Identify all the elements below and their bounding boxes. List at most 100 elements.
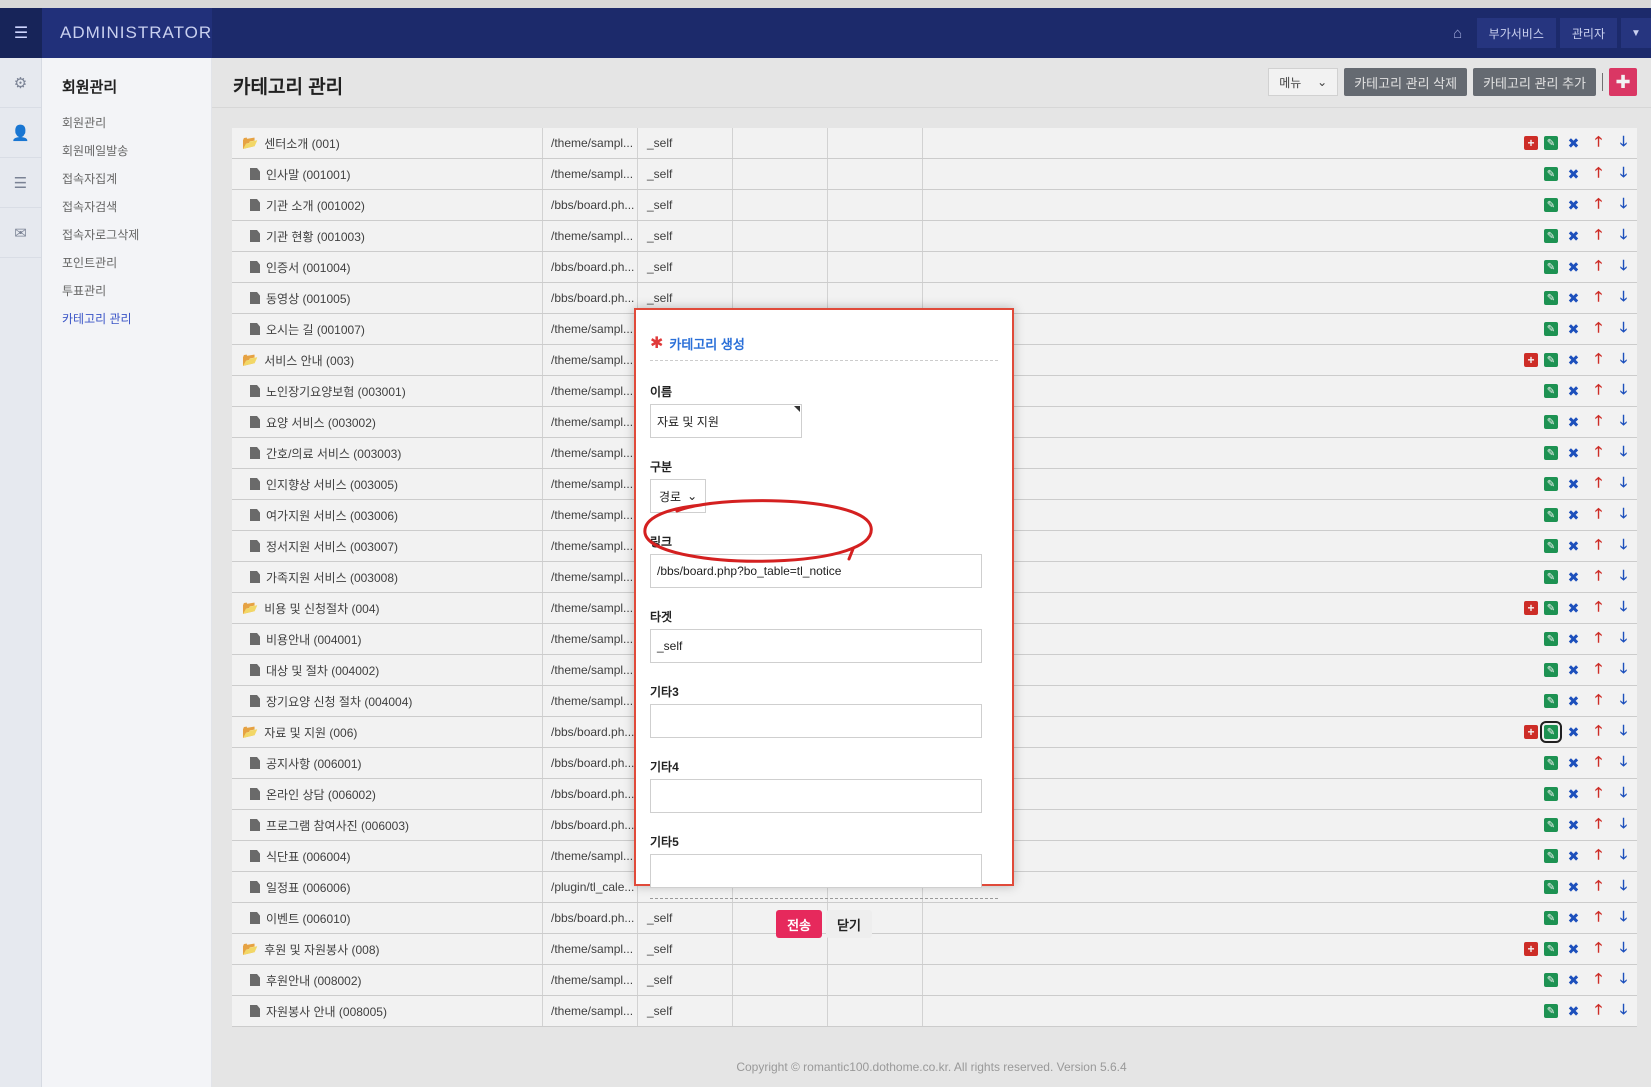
- arrow-down-icon[interactable]: 🡓: [1614, 257, 1633, 277]
- arrow-down-icon[interactable]: 🡓: [1614, 536, 1633, 556]
- arrow-up-icon[interactable]: 🡑: [1589, 505, 1608, 525]
- arrow-up-icon[interactable]: 🡑: [1589, 722, 1608, 742]
- arrow-down-icon[interactable]: 🡓: [1614, 908, 1633, 928]
- add-child-icon[interactable]: +: [1524, 942, 1538, 956]
- arrow-up-icon[interactable]: 🡑: [1589, 350, 1608, 370]
- arrow-down-icon[interactable]: 🡓: [1614, 939, 1633, 959]
- arrow-down-icon[interactable]: 🡓: [1614, 288, 1633, 308]
- arrow-up-icon[interactable]: 🡑: [1589, 288, 1608, 308]
- add-category-button[interactable]: 카테고리 관리 추가: [1473, 68, 1596, 96]
- edit-icon[interactable]: ✎: [1544, 911, 1558, 925]
- arrow-up-icon[interactable]: 🡑: [1589, 536, 1608, 556]
- type-select[interactable]: 경로 ⌄: [650, 479, 706, 513]
- edit-icon[interactable]: ✎: [1544, 570, 1558, 584]
- arrow-up-icon[interactable]: 🡑: [1589, 784, 1608, 804]
- delete-icon[interactable]: ✖: [1564, 630, 1583, 649]
- list-icon[interactable]: ☰: [0, 158, 41, 208]
- arrow-down-icon[interactable]: 🡓: [1614, 1001, 1633, 1021]
- arrow-up-icon[interactable]: 🡑: [1589, 257, 1608, 277]
- add-child-icon[interactable]: +: [1524, 601, 1538, 615]
- home-icon[interactable]: ⌂: [1443, 18, 1473, 48]
- sidebar-item[interactable]: 회원관리: [62, 109, 211, 137]
- sidebar-item[interactable]: 접속자검색: [62, 193, 211, 221]
- edit-icon[interactable]: ✎: [1544, 663, 1558, 677]
- arrow-down-icon[interactable]: 🡓: [1614, 722, 1633, 742]
- edit-icon[interactable]: ✎: [1544, 136, 1558, 150]
- delete-icon[interactable]: ✖: [1564, 351, 1583, 370]
- edit-icon[interactable]: ✎: [1544, 632, 1558, 646]
- edit-icon[interactable]: ✎: [1544, 260, 1558, 274]
- arrow-up-icon[interactable]: 🡑: [1589, 226, 1608, 246]
- arrow-up-icon[interactable]: 🡑: [1589, 567, 1608, 587]
- arrow-up-icon[interactable]: 🡑: [1589, 660, 1608, 680]
- delete-icon[interactable]: ✖: [1564, 475, 1583, 494]
- edit-icon[interactable]: ✎: [1544, 787, 1558, 801]
- arrow-down-icon[interactable]: 🡓: [1614, 226, 1633, 246]
- edit-icon[interactable]: ✎: [1544, 291, 1558, 305]
- delete-icon[interactable]: ✖: [1564, 444, 1583, 463]
- submit-button[interactable]: 전송: [776, 910, 822, 938]
- arrow-up-icon[interactable]: 🡑: [1589, 939, 1608, 959]
- arrow-down-icon[interactable]: 🡓: [1614, 629, 1633, 649]
- delete-icon[interactable]: ✖: [1564, 165, 1583, 184]
- sidebar-item[interactable]: 회원메일발송: [62, 137, 211, 165]
- delete-icon[interactable]: ✖: [1564, 537, 1583, 556]
- edit-icon[interactable]: ✎: [1544, 849, 1558, 863]
- edit-icon[interactable]: ✎: [1544, 539, 1558, 553]
- arrow-up-icon[interactable]: 🡑: [1589, 474, 1608, 494]
- user-icon[interactable]: 👤: [0, 108, 41, 158]
- delete-icon[interactable]: ✖: [1564, 692, 1583, 711]
- service-button[interactable]: 부가서비스: [1476, 18, 1556, 48]
- add-child-icon[interactable]: +: [1524, 353, 1538, 367]
- arrow-down-icon[interactable]: 🡓: [1614, 567, 1633, 587]
- edit-icon[interactable]: ✎: [1544, 198, 1558, 212]
- arrow-down-icon[interactable]: 🡓: [1614, 443, 1633, 463]
- arrow-down-icon[interactable]: 🡓: [1614, 784, 1633, 804]
- delete-icon[interactable]: ✖: [1564, 134, 1583, 153]
- delete-icon[interactable]: ✖: [1564, 568, 1583, 587]
- delete-icon[interactable]: ✖: [1564, 940, 1583, 959]
- arrow-down-icon[interactable]: 🡓: [1614, 412, 1633, 432]
- etc3-input[interactable]: [650, 704, 982, 738]
- arrow-up-icon[interactable]: 🡑: [1589, 319, 1608, 339]
- delete-icon[interactable]: ✖: [1564, 196, 1583, 215]
- delete-icon[interactable]: ✖: [1564, 816, 1583, 835]
- arrow-down-icon[interactable]: 🡓: [1614, 753, 1633, 773]
- edit-icon[interactable]: ✎: [1544, 353, 1558, 367]
- delete-icon[interactable]: ✖: [1564, 661, 1583, 680]
- arrow-up-icon[interactable]: 🡑: [1589, 412, 1608, 432]
- close-button[interactable]: 닫기: [826, 910, 872, 938]
- arrow-up-icon[interactable]: 🡑: [1589, 164, 1608, 184]
- gear-icon[interactable]: ⚙: [0, 58, 41, 108]
- delete-icon[interactable]: ✖: [1564, 320, 1583, 339]
- arrow-down-icon[interactable]: 🡓: [1614, 660, 1633, 680]
- edit-icon[interactable]: ✎: [1544, 973, 1558, 987]
- edit-icon[interactable]: ✎: [1544, 942, 1558, 956]
- arrow-up-icon[interactable]: 🡑: [1589, 753, 1608, 773]
- delete-icon[interactable]: ✖: [1564, 909, 1583, 928]
- delete-icon[interactable]: ✖: [1564, 258, 1583, 277]
- arrow-down-icon[interactable]: 🡓: [1614, 691, 1633, 711]
- arrow-down-icon[interactable]: 🡓: [1614, 350, 1633, 370]
- add-child-icon[interactable]: +: [1524, 136, 1538, 150]
- edit-icon[interactable]: ✎: [1544, 384, 1558, 398]
- edit-icon[interactable]: ✎: [1544, 446, 1558, 460]
- arrow-down-icon[interactable]: 🡓: [1614, 877, 1633, 897]
- arrow-up-icon[interactable]: 🡑: [1589, 691, 1608, 711]
- admin-button[interactable]: 관리자: [1559, 18, 1617, 48]
- delete-category-button[interactable]: 카테고리 관리 삭제: [1344, 68, 1468, 96]
- edit-icon[interactable]: ✎: [1544, 322, 1558, 336]
- delete-icon[interactable]: ✖: [1564, 971, 1583, 990]
- arrow-down-icon[interactable]: 🡓: [1614, 319, 1633, 339]
- arrow-up-icon[interactable]: 🡑: [1589, 629, 1608, 649]
- arrow-up-icon[interactable]: 🡑: [1589, 381, 1608, 401]
- etc4-input[interactable]: [650, 779, 982, 813]
- edit-icon[interactable]: ✎: [1544, 415, 1558, 429]
- arrow-up-icon[interactable]: 🡑: [1589, 877, 1608, 897]
- sidebar-item[interactable]: 카테고리 관리: [62, 305, 211, 333]
- arrow-down-icon[interactable]: 🡓: [1614, 970, 1633, 990]
- delete-icon[interactable]: ✖: [1564, 723, 1583, 742]
- edit-icon[interactable]: ✎: [1540, 721, 1562, 743]
- mail-icon[interactable]: ✉: [0, 208, 41, 258]
- link-input[interactable]: /bbs/board.php?bo_table=tl_notice: [650, 554, 982, 588]
